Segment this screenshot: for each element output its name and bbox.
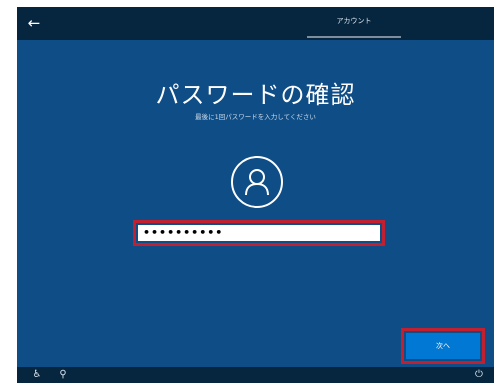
next-button[interactable]: 次へ bbox=[406, 333, 480, 359]
tab-account-label: アカウント bbox=[336, 17, 372, 25]
password-field[interactable] bbox=[138, 225, 380, 241]
bottom-bar: ♿ ⚲ ⏻ bbox=[17, 367, 494, 383]
page-subtitle: 最後に1回パスワードを入力してください bbox=[195, 113, 316, 121]
accessibility-icon[interactable]: ⚲ bbox=[57, 369, 69, 381]
power-icon[interactable]: ⏻ bbox=[473, 369, 485, 381]
tab-account: アカウント bbox=[307, 11, 401, 38]
user-icon bbox=[245, 169, 269, 196]
top-bar: ← アカウント bbox=[17, 7, 494, 40]
back-arrow-icon[interactable]: ← bbox=[23, 13, 45, 33]
ease-of-access-icon[interactable]: ♿ bbox=[31, 369, 43, 381]
setup-screen: ← アカウント パスワードの確認 最後に1回パスワードを入力してください 次へ … bbox=[17, 7, 494, 383]
tab-underline bbox=[307, 36, 401, 38]
page-title: パスワードの確認 bbox=[155, 81, 356, 109]
user-avatar-icon bbox=[231, 156, 283, 208]
